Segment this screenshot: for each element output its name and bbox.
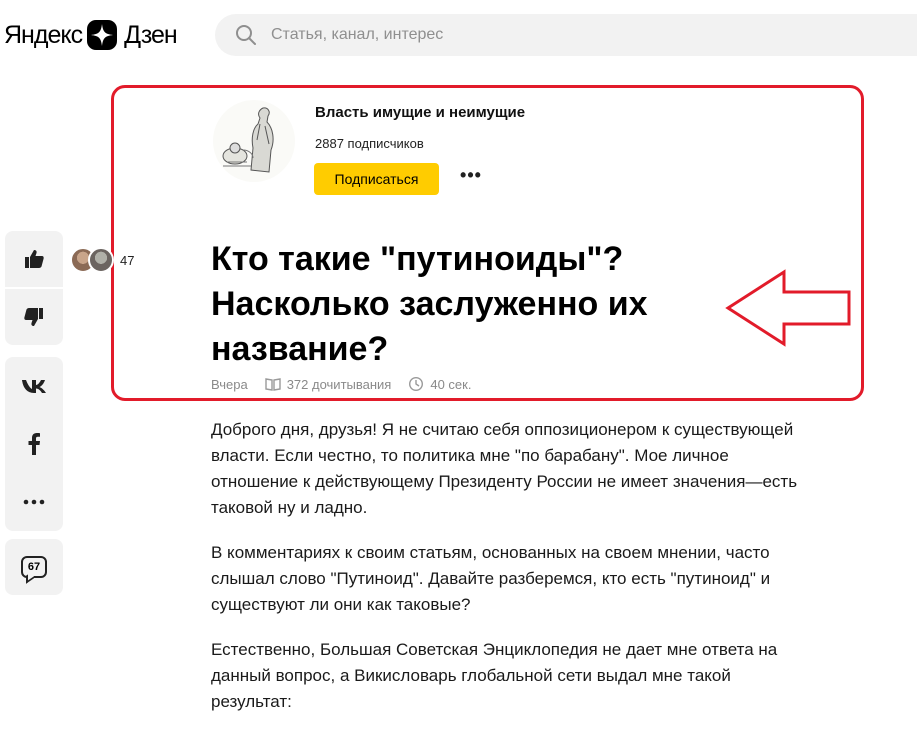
article-paragraph: Доброго дня, друзья! Я не считаю себя оп… [211, 420, 798, 517]
article-paragraph: В комментариях к своим статьям, основанн… [211, 543, 771, 614]
share-vk-button[interactable] [5, 357, 63, 415]
comments-count: 67 [27, 561, 41, 573]
like-button[interactable] [5, 231, 63, 287]
yandex-zen-logo[interactable]: Яндекс Дзен [4, 18, 178, 52]
comments-panel: 67 [5, 539, 63, 595]
share-more-button[interactable] [5, 473, 63, 531]
share-facebook-button[interactable] [5, 415, 63, 473]
logo-text-zen: Дзен [124, 20, 178, 49]
search-input[interactable] [271, 26, 871, 44]
highlight-frame [111, 85, 864, 401]
dislike-icon [24, 308, 43, 326]
article-body: Доброго дня, друзья! Я не считаю себя оп… [211, 417, 801, 734]
facebook-icon [28, 433, 40, 455]
like-icon [25, 250, 44, 268]
vk-icon [22, 380, 46, 393]
more-icon [23, 499, 45, 505]
search-bar[interactable] [215, 14, 917, 56]
share-panel [5, 357, 63, 531]
dislike-button[interactable] [5, 287, 63, 345]
article-paragraph: Естественно, Большая Советская Энциклопе… [211, 640, 778, 711]
zen-logo-icon [87, 20, 118, 50]
arrow-annotation [725, 269, 851, 347]
likers-group[interactable]: 47 [70, 247, 134, 273]
search-icon [236, 25, 256, 45]
comments-icon: 67 [21, 556, 47, 578]
likes-count: 47 [120, 252, 135, 268]
liker-avatar [88, 247, 114, 273]
reactions-panel [5, 231, 63, 345]
logo-text-yandex: Яндекс [4, 20, 83, 49]
comments-button[interactable]: 67 [5, 539, 63, 595]
